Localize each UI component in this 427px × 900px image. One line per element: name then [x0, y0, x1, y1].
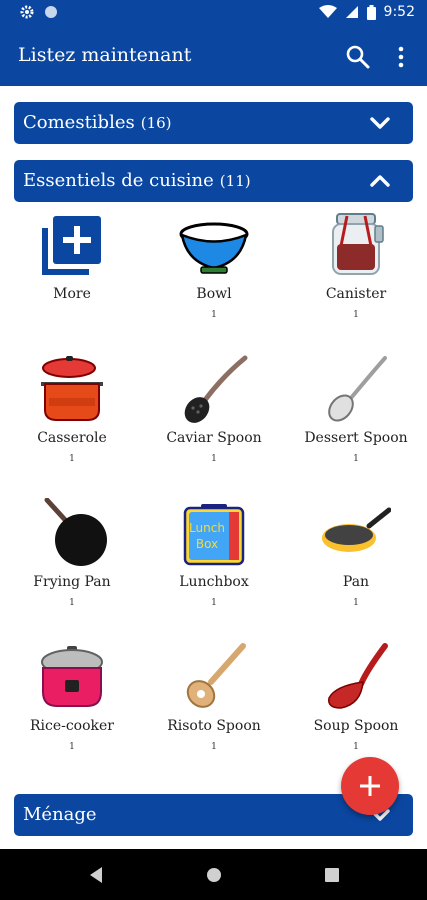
item-quantity: 1: [211, 598, 217, 608]
item-quantity: 1: [353, 742, 359, 752]
grid-item-frying-pan[interactable]: Frying Pan 1: [1, 498, 143, 638]
item-name: Casserole: [37, 430, 107, 446]
battery-icon: [366, 4, 376, 20]
risoto-spoon-icon: [186, 643, 246, 708]
category-name: Ménage: [23, 804, 97, 825]
item-quantity: 1: [211, 310, 217, 320]
category-essentiels-de-cuisine[interactable]: Essentiels de cuisine (11): [14, 160, 413, 202]
grid-item-risoto-spoon[interactable]: Risoto Spoon 1: [143, 642, 285, 782]
home-icon[interactable]: [202, 863, 226, 887]
grid-item-bowl[interactable]: Bowl 1: [143, 210, 285, 350]
category-count: (16): [140, 114, 172, 132]
category-count: (11): [219, 172, 251, 190]
add-item-fab[interactable]: [341, 757, 399, 815]
chevron-up-icon[interactable]: [369, 171, 391, 191]
svg-text:Box: Box: [196, 537, 218, 551]
item-quantity: 1: [69, 742, 75, 752]
app-bar: Listez maintenant: [0, 28, 427, 86]
pan-icon: [322, 507, 391, 552]
item-name: Caviar Spoon: [166, 430, 262, 446]
item-name: More: [53, 286, 91, 302]
more-vert-icon[interactable]: [389, 45, 413, 69]
grid-item-more[interactable]: More: [1, 210, 143, 350]
soup-spoon-icon: [328, 643, 388, 709]
frying-pan-icon: [44, 498, 107, 566]
casserole-icon: [41, 356, 103, 421]
recents-icon[interactable]: [320, 863, 344, 887]
item-quantity: 1: [211, 454, 217, 464]
item-quantity: 1: [353, 454, 359, 464]
item-name: Dessert Spoon: [304, 430, 408, 446]
item-name: Soup Spoon: [313, 718, 399, 734]
settings-icon: [20, 5, 34, 19]
system-nav-bar: [0, 849, 427, 900]
category-comestibles[interactable]: Comestibles (16): [14, 102, 413, 144]
caviar-spoon-icon: [184, 355, 248, 423]
status-time: 9:52: [383, 4, 415, 20]
lunchbox-icon: Lunch Box: [183, 504, 245, 566]
rice-cooker-icon: [41, 646, 103, 707]
grid-item-casserole[interactable]: Casserole 1: [1, 354, 143, 494]
item-quantity: 1: [69, 598, 75, 608]
wifi-icon: [318, 5, 337, 18]
item-name: Bowl: [196, 286, 232, 302]
signal-icon: [345, 6, 358, 18]
grid-item-canister[interactable]: Canister 1: [285, 210, 427, 350]
chevron-down-icon[interactable]: [369, 113, 391, 133]
search-icon[interactable]: [345, 44, 371, 70]
category-name: Comestibles: [23, 112, 135, 133]
item-name: Pan: [342, 574, 370, 590]
grid-item-lunchbox[interactable]: Lunch Box Lunchbox 1: [143, 498, 285, 638]
item-name: Rice-cooker: [29, 718, 115, 734]
grid-item-dessert-spoon[interactable]: Dessert Spoon 1: [285, 354, 427, 494]
item-quantity: 1: [211, 742, 217, 752]
back-icon[interactable]: [84, 863, 108, 887]
category-name: Essentiels de cuisine: [23, 170, 214, 191]
add-box-icon: [42, 216, 101, 275]
add-icon: [360, 776, 380, 796]
app-title: Listez maintenant: [18, 44, 192, 66]
grid-item-rice-cooker[interactable]: Rice-cooker 1: [1, 642, 143, 782]
item-name: Lunchbox: [179, 574, 249, 590]
item-quantity: 1: [353, 598, 359, 608]
item-quantity: 1: [353, 310, 359, 320]
grid-item-pan[interactable]: Pan 1: [285, 498, 427, 638]
canister-icon: [332, 213, 384, 275]
status-bar: 9:52: [0, 0, 427, 28]
svg-text:Lunch: Lunch: [189, 521, 225, 535]
grid-item-caviar-spoon[interactable]: Caviar Spoon 1: [143, 354, 285, 494]
dessert-spoon-icon: [328, 356, 387, 422]
item-name: Risoto Spoon: [167, 718, 261, 734]
item-quantity: 1: [69, 454, 75, 464]
item-name: Canister: [325, 286, 387, 302]
notification-dot-icon: [45, 6, 57, 18]
item-name: Frying Pan: [33, 574, 111, 590]
bowl-icon: [179, 222, 249, 274]
